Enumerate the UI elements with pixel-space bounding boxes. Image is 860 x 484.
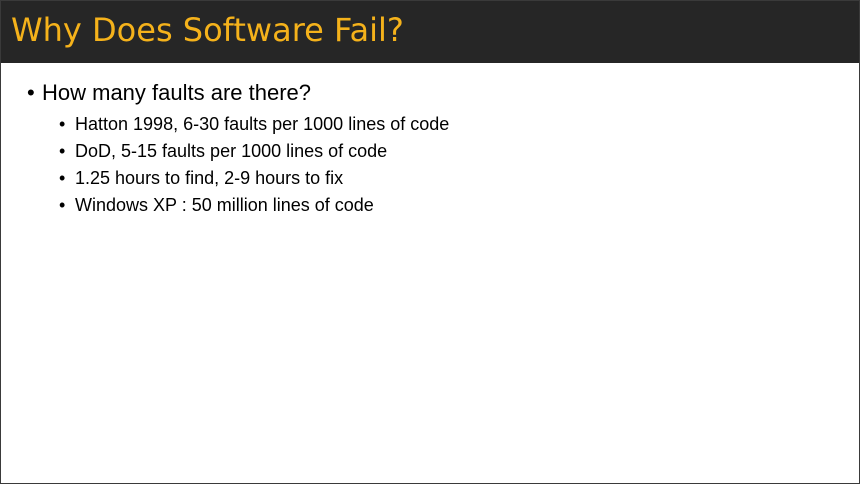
- sub-bullet-item: • Hatton 1998, 6-30 faults per 1000 lines…: [59, 111, 449, 138]
- sub-bullet-text: Hatton 1998, 6-30 faults per 1000 lines …: [75, 114, 450, 134]
- bullet-icon: •: [27, 80, 35, 105]
- slide-content: • How many faults are there? • Hatton 1998…: [1, 63, 859, 483]
- sub-bullet-text: Windows XP : 50 million lines of code: [75, 195, 374, 215]
- sub-bullet-text: DoD, 5-15 faults per 1000 lines of code: [75, 141, 388, 161]
- sub-bullet-list: • Hatton 1998, 6-30 faults per 1000 lines…: [59, 111, 449, 219]
- sub-bullet-item: • Windows XP : 50 million lines of code: [59, 192, 449, 219]
- sub-bullet-item: • DoD, 5-15 faults per 1000 lines of code: [59, 138, 449, 165]
- slide-title: Why Does Software Fail?: [11, 11, 404, 49]
- title-bar: Why Does Software Fail?: [1, 1, 859, 63]
- main-bullet-text: How many faults are there?: [42, 80, 312, 105]
- bullet-icon: •: [59, 195, 66, 215]
- slide: Why Does Software Fail? • How many faults…: [0, 0, 860, 484]
- bullet-icon: •: [59, 141, 66, 161]
- sub-bullet-text: 1.25 hours to find, 2-9 hours to fix: [75, 168, 344, 188]
- main-bullet: • How many faults are there?: [27, 79, 311, 107]
- bullet-icon: •: [59, 114, 66, 134]
- bullet-icon: •: [59, 168, 66, 188]
- sub-bullet-item: • 1.25 hours to find, 2-9 hours to fix: [59, 165, 449, 192]
